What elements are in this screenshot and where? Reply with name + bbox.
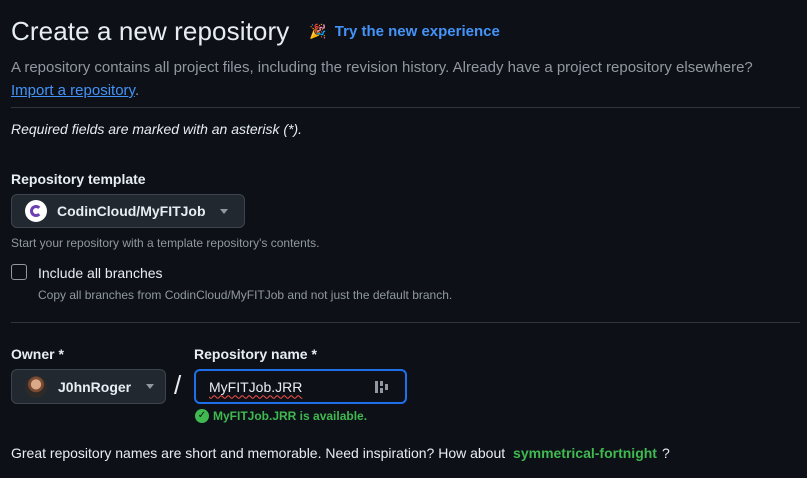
include-all-branches-label[interactable]: Include all branches — [38, 265, 163, 281]
page-title: Create a new repository — [11, 16, 290, 46]
party-popper-icon: 🎉 — [309, 23, 327, 39]
try-new-label: Try the new experience — [334, 23, 500, 40]
owner-select-button[interactable]: J0hnRoger — [11, 369, 166, 404]
template-hint: Start your repository with a template re… — [11, 236, 320, 250]
owner-selected: J0hnRoger — [58, 378, 132, 395]
org-avatar — [25, 200, 47, 222]
avatar — [25, 375, 47, 398]
repo-name-input[interactable]: MyFITJob.JRR — [194, 369, 407, 404]
owner-repo-separator: / — [174, 370, 182, 400]
required-fields-note: Required fields are marked with an aster… — [11, 121, 303, 137]
divider — [11, 107, 800, 108]
include-all-branches-checkbox[interactable] — [11, 264, 27, 280]
title-row: Create a new repository 🎉 Try the new ex… — [11, 16, 500, 47]
chevron-down-icon — [219, 208, 228, 214]
password-manager-icon[interactable] — [375, 380, 389, 394]
import-repository-link[interactable]: Import a repository — [11, 82, 135, 99]
page-description: A repository contains all project files,… — [11, 56, 801, 102]
try-new-experience-link[interactable]: 🎉 Try the new experience — [309, 23, 500, 40]
check-circle-icon: ✓ — [195, 409, 209, 423]
repo-name-value[interactable]: MyFITJob.JRR — [209, 379, 375, 395]
template-select-button[interactable]: CodinCloud/MyFITJob — [11, 194, 245, 228]
inspiration-question-mark: ? — [661, 445, 670, 461]
availability-status: ✓ MyFITJob.JRR is available. — [195, 409, 367, 423]
description-text: A repository contains all project files,… — [11, 59, 753, 76]
owner-label: Owner * — [11, 346, 64, 362]
suggested-name-link[interactable]: symmetrical-fortnight — [513, 445, 657, 461]
inspiration-text: Great repository names are short and mem… — [11, 445, 506, 461]
availability-text: MyFITJob.JRR is available. — [213, 409, 368, 423]
chevron-down-icon — [146, 384, 155, 389]
repo-name-label: Repository name * — [194, 346, 317, 362]
template-selected: CodinCloud/MyFITJob — [57, 203, 206, 219]
include-all-branches-hint: Copy all branches from CodinCloud/MyFITJ… — [38, 288, 453, 302]
template-label: Repository template — [11, 171, 146, 187]
divider — [11, 322, 800, 323]
description-period: . — [134, 82, 140, 99]
name-inspiration: Great repository names are short and mem… — [11, 445, 670, 461]
